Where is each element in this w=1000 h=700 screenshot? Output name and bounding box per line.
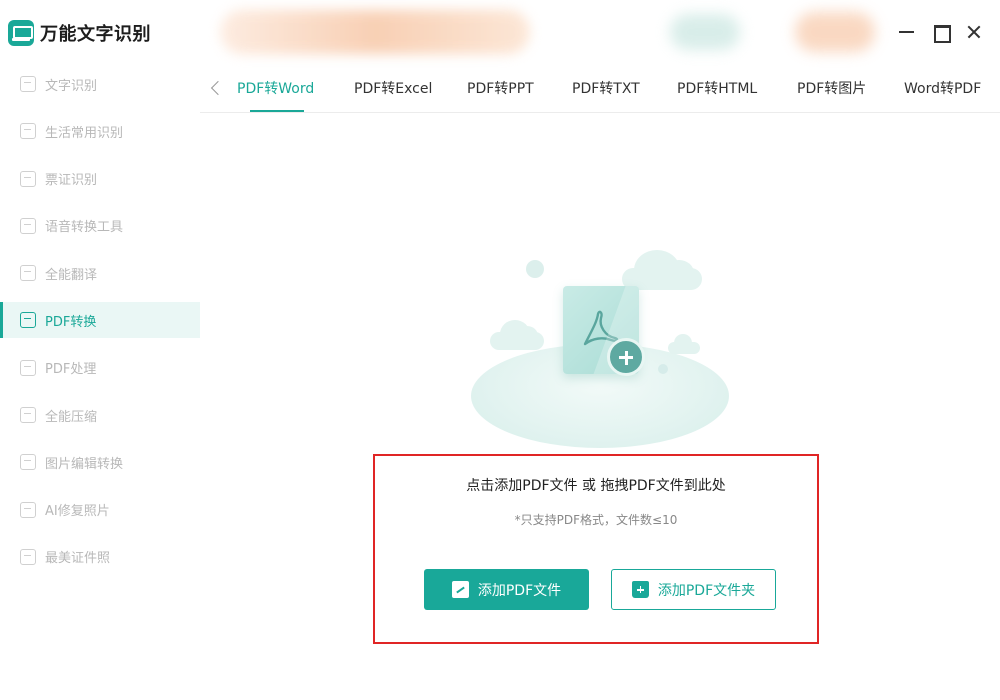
- blurred-badge: [795, 12, 875, 52]
- drop-zone-hint: *只支持PDF格式，文件数≤10: [514, 513, 678, 527]
- add-pdf-folder-button[interactable]: 添加PDF文件夹: [611, 569, 776, 610]
- file-drop-zone[interactable]: 点击添加PDF文件 或 拖拽PDF文件到此处 *只支持PDF格式，文件数≤10 …: [373, 454, 819, 644]
- sidebar-item-label: 生活常用识别: [45, 125, 124, 141]
- sidebar-item-label: 文字识别: [45, 78, 98, 94]
- sidebar-item-ai-photo-repair[interactable]: AI修复照片: [0, 492, 200, 528]
- tab-word-to-pdf[interactable]: Word转PDF: [904, 78, 981, 98]
- blurred-banner: [220, 10, 530, 54]
- upload-illustration[interactable]: [460, 240, 750, 450]
- tab-pdf-to-word[interactable]: PDF转Word: [237, 78, 314, 98]
- tab-pdf-to-excel[interactable]: PDF转Excel: [354, 78, 432, 98]
- pdf-file-icon: [451, 581, 469, 598]
- cloud-icon: [490, 320, 544, 350]
- sidebar-item-compress[interactable]: 全能压缩: [0, 397, 200, 433]
- sidebar-item-label: 全能压缩: [45, 409, 98, 425]
- plus-circle-icon: [607, 338, 645, 376]
- cloud-icon: [668, 334, 700, 354]
- sidebar-item-label: PDF处理: [45, 362, 97, 378]
- sidebar-item-pdf-convert[interactable]: PDF转换: [0, 302, 200, 339]
- ticket-scan-icon: [20, 170, 36, 187]
- tab-pdf-to-image[interactable]: PDF转图片: [797, 78, 866, 98]
- compress-icon: [20, 407, 36, 424]
- id-photo-icon: [20, 548, 36, 565]
- sidebar-item-text-recognition[interactable]: 文字识别: [0, 66, 200, 102]
- sidebar-item-label: 语音转换工具: [45, 220, 124, 236]
- sidebar: 万能文字识别 文字识别 生活常用识别 票证识别 语音转换工具 全能翻译 PDF转…: [0, 0, 200, 700]
- sidebar-item-label: AI修复照片: [45, 504, 110, 520]
- sidebar-item-image-edit[interactable]: 图片编辑转换: [0, 444, 200, 480]
- sidebar-item-ticket-recognition[interactable]: 票证识别: [0, 161, 200, 197]
- scanner-icon: [8, 20, 34, 46]
- active-tab-indicator: [250, 110, 304, 112]
- sidebar-item-label: 票证识别: [45, 173, 98, 189]
- text-scan-icon: [20, 76, 36, 92]
- sidebar-item-label: 最美证件照: [45, 551, 111, 567]
- maximize-button[interactable]: [928, 20, 952, 44]
- sidebar-item-pdf-process[interactable]: PDF处理: [0, 350, 200, 386]
- sidebar-item-voice-tools[interactable]: 语音转换工具: [0, 208, 200, 244]
- sidebar-item-translate[interactable]: 全能翻译: [0, 255, 200, 291]
- life-scan-icon: [20, 123, 36, 140]
- pdf-process-icon: [20, 359, 36, 376]
- chevron-left-icon[interactable]: [208, 79, 224, 97]
- voice-convert-icon: [20, 217, 36, 234]
- tab-pdf-to-txt[interactable]: PDF转TXT: [572, 78, 640, 98]
- title-bar: [200, 0, 1000, 64]
- translate-icon: [20, 265, 36, 282]
- sidebar-item-label: 全能翻译: [45, 267, 98, 283]
- drop-zone-title: 点击添加PDF文件 或 拖拽PDF文件到此处: [466, 478, 726, 494]
- minimize-button[interactable]: [894, 20, 918, 44]
- pdf-convert-icon: [20, 312, 36, 329]
- add-pdf-folder-label: 添加PDF文件夹: [657, 582, 756, 599]
- app-name: 万能文字识别: [40, 24, 151, 45]
- add-pdf-file-label: 添加PDF文件: [477, 582, 562, 599]
- ai-photo-repair-icon: [20, 501, 36, 518]
- sidebar-item-label: PDF转换: [45, 314, 97, 330]
- tab-pdf-to-ppt[interactable]: PDF转PPT: [467, 78, 534, 98]
- sidebar-item-label: 图片编辑转换: [45, 456, 124, 472]
- tab-pdf-to-html[interactable]: PDF转HTML: [677, 78, 757, 98]
- add-pdf-file-button[interactable]: 添加PDF文件: [424, 569, 589, 610]
- blurred-badge: [670, 14, 740, 50]
- sidebar-item-id-photo[interactable]: 最美证件照: [0, 539, 200, 575]
- decor-dot: [658, 364, 668, 374]
- app-brand: 万能文字识别: [8, 18, 151, 48]
- decor-dot: [526, 260, 544, 278]
- sidebar-item-life-recognition[interactable]: 生活常用识别: [0, 113, 200, 149]
- sidebar-nav: 文字识别 生活常用识别 票证识别 语音转换工具 全能翻译 PDF转换 PDF处理: [0, 66, 200, 586]
- image-edit-icon: [20, 454, 36, 471]
- folder-plus-icon: [631, 581, 649, 598]
- conversion-tabs: PDF转Word PDF转Excel PDF转PPT PDF转TXT PDF转H…: [200, 64, 1000, 113]
- close-button[interactable]: [962, 20, 986, 44]
